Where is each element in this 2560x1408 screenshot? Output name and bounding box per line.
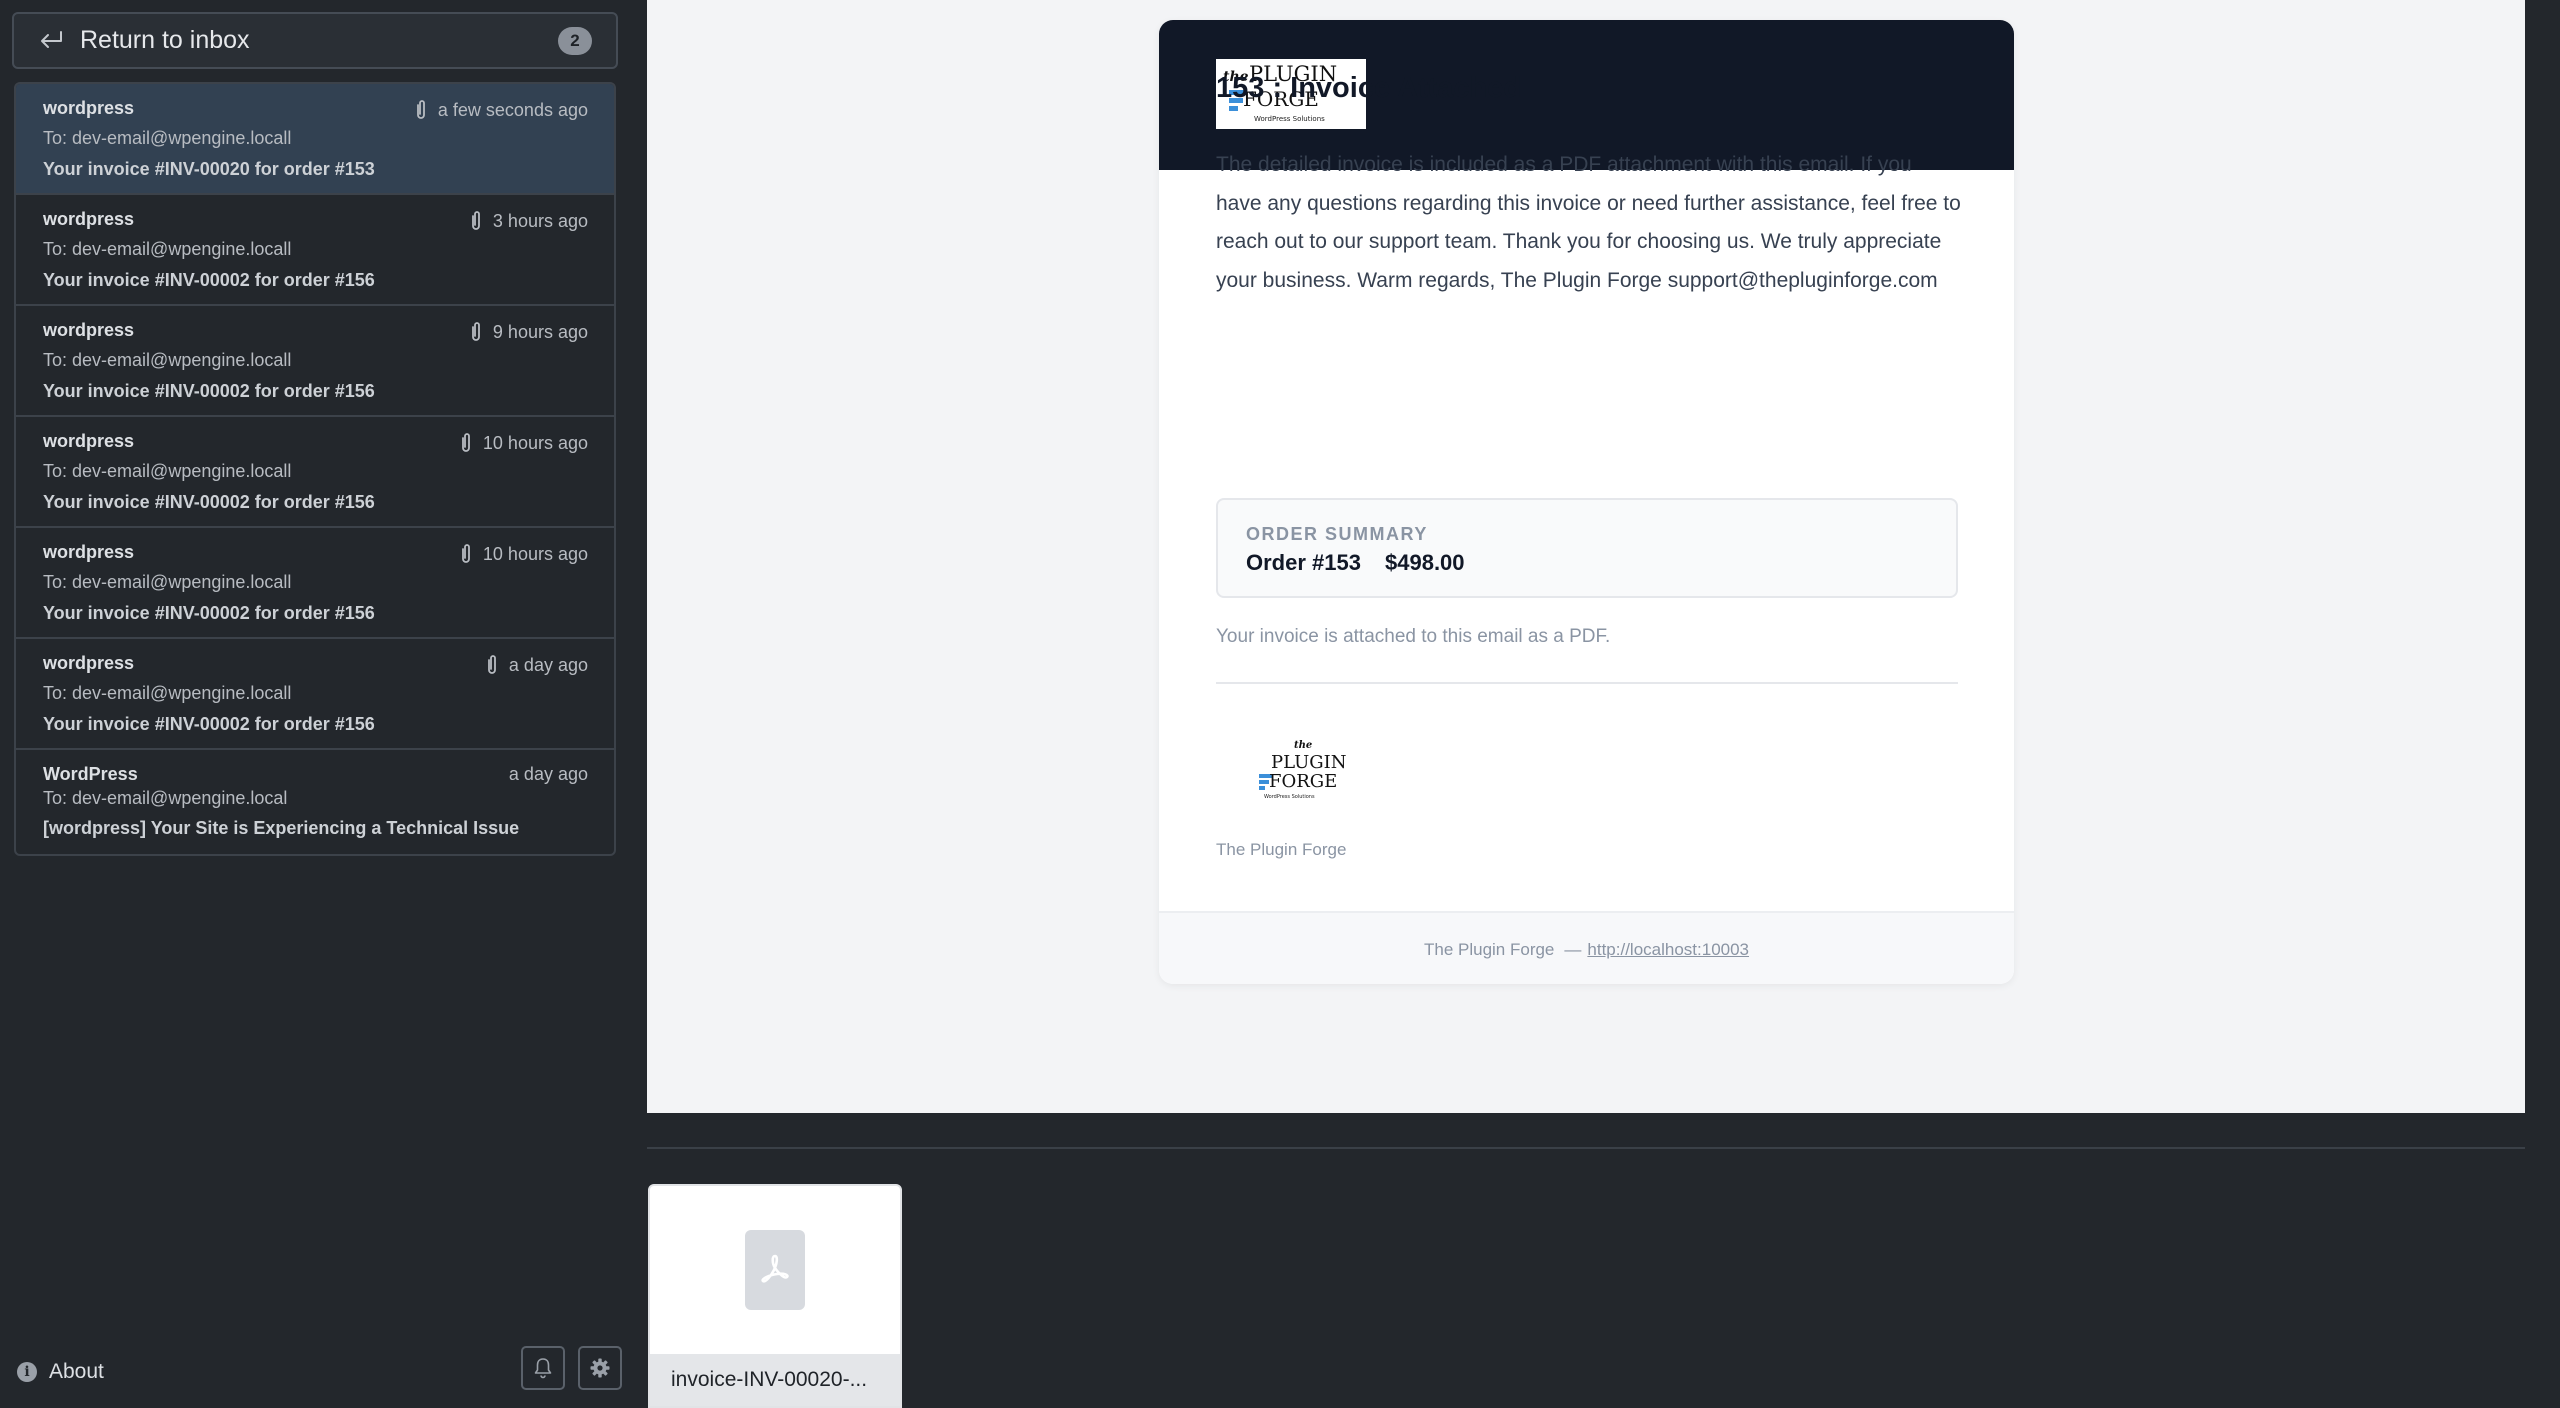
message-row[interactable]: wordpress a few seconds ago To: dev-emai… xyxy=(16,84,614,195)
attachment-filename: invoice-INV-00020-... xyxy=(650,1354,900,1406)
message-sender: wordpress xyxy=(43,320,135,340)
message-time: 10 hours ago xyxy=(482,432,588,453)
message-sender: wordpress xyxy=(43,209,135,229)
attachments-divider xyxy=(647,1147,2525,1149)
attachment-note: Your invoice is attached to this email a… xyxy=(1216,626,1611,647)
attachment-icon xyxy=(462,544,470,563)
footer-site-link[interactable]: http://localhost:10003 xyxy=(1587,940,1749,960)
notifications-button[interactable] xyxy=(521,1346,565,1390)
message-recipient: To: dev-email@wpengine.locall xyxy=(43,572,292,592)
order-summary-box: ORDER SUMMARY Order #153 $498.00 xyxy=(1216,498,1958,598)
order-summary-label: ORDER SUMMARY xyxy=(1246,524,1428,544)
attachment-icon xyxy=(472,211,480,230)
message-list: wordpress a few seconds ago To: dev-emai… xyxy=(14,82,616,856)
sidebar-footer: i About xyxy=(0,1338,634,1408)
message-sender: wordpress xyxy=(43,431,135,451)
unread-count-badge: 2 xyxy=(558,27,592,55)
message-meta: 10 hours ago xyxy=(459,542,588,566)
email-title: 153 : Invoice Attached xyxy=(1216,72,1522,104)
plugin-forge-logo-small: the PLUGIN FORGE WordPress Solutions xyxy=(1256,732,1366,812)
message-row[interactable]: wordpress 9 hours ago To: dev-email@wpen… xyxy=(16,306,614,417)
about-label: About xyxy=(49,1360,104,1383)
message-meta: a day ago xyxy=(485,653,588,677)
attachment-icon xyxy=(488,655,496,674)
message-recipient: To: dev-email@wpengine.locall xyxy=(43,461,292,481)
message-row[interactable]: wordpress a day ago To: dev-email@wpengi… xyxy=(16,639,614,750)
divider xyxy=(1216,682,1958,684)
info-icon: i xyxy=(17,1362,37,1382)
svg-text:PLUGIN: PLUGIN xyxy=(1271,752,1347,773)
settings-button[interactable] xyxy=(578,1346,622,1390)
message-meta: 3 hours ago xyxy=(469,209,588,233)
message-row[interactable]: wordpress 10 hours ago To: dev-email@wpe… xyxy=(16,417,614,528)
message-time: 9 hours ago xyxy=(492,321,588,342)
return-arrow-icon xyxy=(36,26,66,56)
message-sender: wordpress xyxy=(43,653,135,673)
message-subject: [wordpress] Your Site is Experiencing a … xyxy=(43,818,520,838)
message-meta: a day ago xyxy=(509,764,588,785)
message-subject: Your invoice #INV-00002 for order #156 xyxy=(43,603,375,623)
message-recipient: To: dev-email@wpengine.locall xyxy=(43,683,292,703)
footer-brand: The Plugin Forge xyxy=(1423,939,1555,959)
message-time: 3 hours ago xyxy=(492,210,588,231)
gear-icon xyxy=(590,1358,610,1378)
attachment-icon xyxy=(462,433,470,452)
message-row[interactable]: wordpress 10 hours ago To: dev-email@wpe… xyxy=(16,528,614,639)
message-sender: WordPress xyxy=(43,764,138,784)
message-sender: wordpress xyxy=(43,98,135,118)
attachment-icon xyxy=(416,100,425,119)
order-total: $498.00 xyxy=(1385,550,1465,575)
message-time: 10 hours ago xyxy=(482,543,588,564)
message-meta: 9 hours ago xyxy=(469,320,588,344)
email-footer: The Plugin Forge — http://localhost:1000… xyxy=(1159,911,2014,984)
message-time: a few seconds ago xyxy=(437,99,588,120)
message-subject: Your invoice #INV-00020 for order #153 xyxy=(43,159,375,179)
about-link[interactable]: i About xyxy=(17,1360,104,1384)
message-recipient: To: dev-email@wpengine.locall xyxy=(43,239,292,259)
order-number: Order #153 xyxy=(1246,550,1361,575)
message-recipient: To: dev-email@wpengine.locall xyxy=(43,350,292,370)
svg-text:the: the xyxy=(1294,740,1312,751)
footer-separator: — xyxy=(1564,939,1582,959)
bell-icon xyxy=(534,1358,552,1379)
message-row[interactable]: wordpress 3 hours ago To: dev-email@wpen… xyxy=(16,195,614,306)
message-row[interactable]: WordPress a day ago To: dev-email@wpengi… xyxy=(16,750,614,854)
email-card: the PLUGIN FORGE WordPress Solutions 153… xyxy=(1159,20,2014,984)
message-time: a day ago xyxy=(508,764,588,784)
attachment-icon xyxy=(472,322,480,341)
attachment-card[interactable]: invoice-INV-00020-... xyxy=(648,1184,902,1408)
message-recipient: To: dev-email@wpengine.local xyxy=(43,788,288,808)
message-subject: Your invoice #INV-00002 for order #156 xyxy=(43,714,375,734)
sidebar: Return to inbox 2 wordpress a few second… xyxy=(0,0,634,1408)
svg-text:WordPress Solutions: WordPress Solutions xyxy=(1254,115,1325,123)
message-subject: Your invoice #INV-00002 for order #156 xyxy=(43,270,375,290)
message-recipient: To: dev-email@wpengine.locall xyxy=(43,128,292,148)
message-meta: a few seconds ago xyxy=(414,98,588,122)
return-to-inbox-label: Return to inbox xyxy=(80,26,250,54)
svg-text:FORGE: FORGE xyxy=(1269,771,1337,792)
message-subject: Your invoice #INV-00002 for order #156 xyxy=(43,492,375,512)
message-time: a day ago xyxy=(508,654,588,675)
email-body-text: The detailed invoice is included as a PD… xyxy=(1216,153,1961,292)
message-subject: Your invoice #INV-00002 for order #156 xyxy=(43,381,375,401)
svg-text:WordPress Solutions: WordPress Solutions xyxy=(1264,794,1315,800)
pdf-icon xyxy=(745,1230,805,1310)
return-to-inbox-button[interactable]: Return to inbox 2 xyxy=(12,12,618,69)
message-meta: 10 hours ago xyxy=(459,431,588,455)
brand-name: The Plugin Forge xyxy=(1216,840,1347,859)
message-sender: wordpress xyxy=(43,542,135,562)
email-preview-pane: the PLUGIN FORGE WordPress Solutions 153… xyxy=(647,0,2525,1113)
